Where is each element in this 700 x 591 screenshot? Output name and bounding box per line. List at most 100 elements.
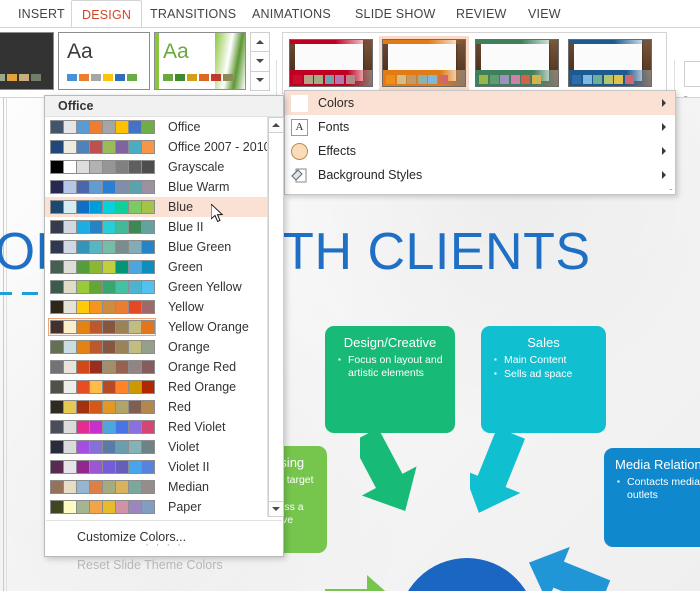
color-swatch	[89, 260, 103, 274]
color-swatch	[141, 400, 155, 414]
variant-orange[interactable]	[379, 36, 469, 90]
variant-color-chips	[386, 75, 448, 84]
variant-blue[interactable]	[565, 36, 655, 90]
scrollbar-up-button[interactable]	[268, 117, 284, 133]
gallery-scroll-up[interactable]	[250, 32, 270, 53]
variant-green[interactable]	[472, 36, 562, 90]
theme-thumbnail-color-bar	[67, 74, 137, 81]
menu-item-colors[interactable]: Colors	[285, 91, 675, 115]
chevron-right-icon-background	[662, 171, 666, 179]
tab-design[interactable]: DESIGN	[71, 0, 143, 28]
theme-color-swatches	[48, 398, 156, 416]
color-swatch	[141, 180, 155, 194]
menu-item-fonts[interactable]: A Fonts	[285, 115, 675, 139]
themes-gallery-scroll[interactable]	[250, 32, 270, 91]
theme-color-name: Paper	[168, 500, 202, 514]
gallery-more-button[interactable]	[250, 70, 270, 91]
dropdown-resize-dots[interactable]: · · · ·	[45, 539, 283, 551]
theme-color-swatches	[48, 478, 156, 496]
dropdown-header-office: Office	[45, 96, 283, 117]
color-swatch	[76, 480, 90, 494]
theme-color-row[interactable]: Yellow	[45, 297, 267, 317]
theme-color-row[interactable]: Blue Green	[45, 237, 267, 257]
theme-color-swatches	[48, 198, 156, 216]
tab-transitions[interactable]: TRANSITIONS	[140, 0, 246, 28]
theme-color-row[interactable]: Green Yellow	[45, 277, 267, 297]
color-swatch	[102, 300, 116, 314]
node-sales-bullet-2: Sells ad space	[494, 367, 595, 381]
theme-colors-list[interactable]: Office Office 2007 - 2010 Grayscale Blue Wa…	[45, 117, 267, 517]
theme-color-row[interactable]: Red	[45, 397, 267, 417]
color-swatch	[89, 360, 103, 374]
variant-red[interactable]	[286, 36, 376, 90]
color-swatch	[115, 320, 129, 334]
theme-color-row[interactable]: Green	[45, 257, 267, 277]
gallery-scroll-down[interactable]	[250, 51, 270, 72]
menu-item-effects[interactable]: Effects	[285, 139, 675, 163]
font-a-icon: A	[291, 118, 308, 136]
chevron-right-icon-fonts	[662, 123, 666, 131]
scrollbar-track[interactable]	[268, 133, 284, 501]
theme-thumbnail-white[interactable]: Aa	[58, 32, 150, 90]
theme-color-row[interactable]: Red Orange	[45, 377, 267, 397]
scrollbar-down-button[interactable]	[268, 501, 284, 517]
satisfied-client-circle[interactable]: Satisfied Client	[398, 558, 536, 591]
color-swatch	[50, 200, 64, 214]
theme-color-row[interactable]: Blue Warm	[45, 177, 267, 197]
color-swatch	[89, 380, 103, 394]
color-swatch	[141, 340, 155, 354]
color-swatch	[89, 300, 103, 314]
color-swatch	[102, 180, 116, 194]
menu-item-background-styles[interactable]: Background Styles	[285, 163, 675, 187]
color-swatch	[141, 500, 155, 514]
node-design[interactable]: Design/Creative Focus on layout and arti…	[325, 326, 455, 433]
theme-color-row[interactable]: Blue	[45, 197, 267, 217]
theme-color-row[interactable]: Office 2007 - 2010	[45, 137, 267, 157]
node-media-relations[interactable]: Media Relations Contacts media outlets	[604, 448, 700, 547]
variants-dropdown-menu[interactable]: Colors A Fonts Effects Background Styles…	[284, 90, 676, 195]
theme-color-row[interactable]: Yellow Orange	[45, 317, 267, 337]
theme-color-row[interactable]: Violet II	[45, 457, 267, 477]
tab-insert[interactable]: INSERT	[8, 0, 75, 28]
node-media-title: Media Relations	[615, 457, 700, 472]
theme-color-row[interactable]: Blue II	[45, 217, 267, 237]
color-swatch	[128, 200, 142, 214]
menu-resize-grip[interactable]: ..	[669, 182, 673, 192]
theme-color-swatches	[48, 218, 156, 236]
tab-review[interactable]: REVIEW	[446, 0, 517, 28]
theme-colors-dropdown[interactable]: Office Office Office 2007 - 2010 Grayscale…	[44, 95, 284, 572]
theme-color-swatches	[48, 358, 156, 376]
theme-color-row[interactable]: Orange Red	[45, 357, 267, 377]
theme-color-row[interactable]: Paper	[45, 497, 267, 517]
color-swatch	[50, 500, 64, 514]
theme-color-row[interactable]: Office	[45, 117, 267, 137]
customize-button[interactable]	[684, 61, 700, 87]
color-swatch	[141, 200, 155, 214]
color-swatch	[89, 160, 103, 174]
theme-color-row[interactable]: Violet	[45, 437, 267, 457]
theme-color-row[interactable]: Grayscale	[45, 157, 267, 177]
color-swatch	[115, 220, 129, 234]
color-swatch	[115, 180, 129, 194]
tab-slide-show[interactable]: SLIDE SHOW	[345, 0, 446, 28]
theme-color-row[interactable]: Red Violet	[45, 417, 267, 437]
theme-color-row[interactable]: Median	[45, 477, 267, 497]
theme-thumbnail-dark[interactable]: Aa	[0, 32, 54, 90]
color-swatch	[63, 180, 77, 194]
color-swatch	[141, 120, 155, 134]
variants-gallery[interactable]	[282, 32, 667, 94]
tab-view[interactable]: VIEW	[518, 0, 571, 28]
tab-animations[interactable]: ANIMATIONS	[242, 0, 341, 28]
theme-color-swatches	[48, 498, 156, 516]
theme-colors-scrollbar[interactable]	[267, 117, 284, 517]
color-swatch	[50, 420, 64, 434]
color-swatch	[128, 140, 142, 154]
color-swatch	[89, 240, 103, 254]
color-swatch	[128, 420, 142, 434]
theme-color-row[interactable]: Orange	[45, 337, 267, 357]
node-sales[interactable]: Sales Main Content Sells ad space	[481, 326, 606, 433]
background-styles-icon	[291, 166, 308, 184]
theme-color-name: Red	[168, 400, 191, 414]
color-swatch	[102, 420, 116, 434]
theme-thumbnail-green-wisp[interactable]: Aa	[154, 32, 246, 90]
